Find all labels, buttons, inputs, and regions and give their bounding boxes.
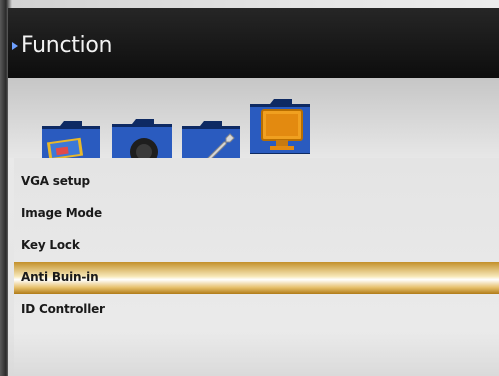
- menu-item-label: Key Lock: [21, 238, 80, 252]
- menu-item-id-controller[interactable]: ID Controller: [14, 294, 499, 326]
- menu-item-anti-burn-in[interactable]: Anti Buin-in: [14, 262, 499, 294]
- bottom-shade: [8, 330, 499, 376]
- monitor-folder-icon[interactable]: [248, 98, 312, 156]
- menu-item-label: VGA setup: [21, 174, 90, 188]
- camera-folder-icon[interactable]: [110, 118, 174, 166]
- page-title: Function: [21, 33, 113, 58]
- menu-item-image-mode[interactable]: Image Mode: [14, 198, 499, 230]
- tool-folder-icon[interactable]: [180, 120, 242, 161]
- picture-folder-icon[interactable]: [40, 120, 102, 161]
- menu-item-key-lock[interactable]: Key Lock: [14, 230, 499, 262]
- title-arrow-icon: [12, 42, 18, 50]
- menu-item-vga-setup[interactable]: VGA setup: [14, 166, 499, 198]
- menu-item-label: ID Controller: [21, 302, 105, 316]
- menu-item-label: Anti Buin-in: [21, 270, 99, 284]
- menu-item-label: Image Mode: [21, 206, 102, 220]
